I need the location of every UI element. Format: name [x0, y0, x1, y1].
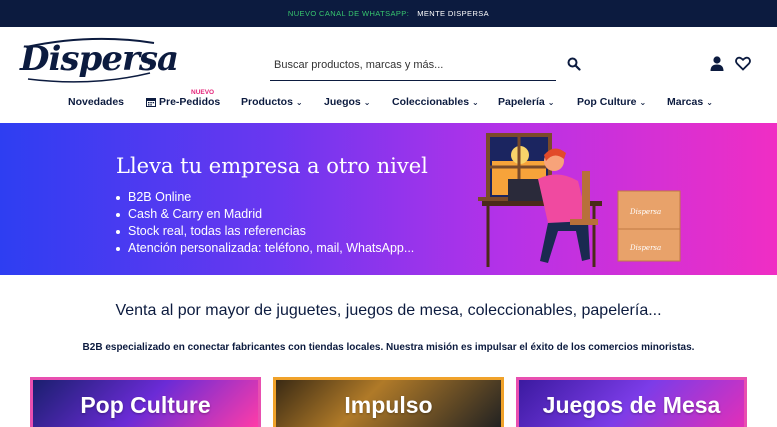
banner-title: Lleva tu empresa a otro nivel	[116, 154, 428, 178]
calendar-icon	[146, 98, 156, 107]
search-input[interactable]	[270, 59, 530, 71]
intro-subtitle: B2B especializado en conectar fabricante…	[82, 342, 695, 353]
nav-item-coleccionables[interactable]: Coleccionables ⌄	[392, 96, 479, 108]
chevron-down-icon: ⌄	[363, 97, 371, 107]
banner-illustration: Dispersa Dispersa	[478, 133, 681, 267]
box-logo: Dispersa	[629, 208, 661, 216]
category-card-impulso[interactable]: Impulso	[273, 377, 504, 427]
box-logo: Dispersa	[629, 244, 661, 252]
hero-banner[interactable]: Lleva tu empresa a otro nivel B2B Online…	[0, 123, 777, 275]
nav-item-novedades[interactable]: Novedades	[68, 96, 124, 108]
nav-item-label: Marcas	[667, 96, 704, 108]
whatsapp-promo-text: NUEVO CANAL DE WHATSAPP:	[287, 9, 410, 18]
chevron-down-icon: ⌄	[547, 97, 555, 107]
intro-title: Venta al por mayor de juguetes, juegos d…	[115, 302, 662, 319]
chevron-down-icon: ⌄	[639, 97, 647, 107]
nav-item-label: Novedades	[68, 96, 125, 108]
nav-item-label: Productos	[241, 96, 293, 108]
search-icon[interactable]	[567, 57, 581, 71]
category-card-juegos-de-mesa[interactable]: Juegos de Mesa	[516, 377, 747, 427]
chevron-down-icon: ⌄	[472, 97, 479, 107]
nav-item-productos[interactable]: Productos ⌄	[241, 96, 303, 108]
site-logo[interactable]: Dispersa	[20, 39, 179, 79]
banner-bullet: Stock real, todas las referencias	[116, 223, 414, 240]
category-card-pop-culture[interactable]: Pop Culture	[30, 377, 261, 427]
banner-bullet: Atención personalizada: teléfono, mail, …	[116, 240, 414, 257]
chevron-down-icon: ⌄	[295, 97, 303, 107]
nav-item-pre-pedidos[interactable]: Pre-Pedidos	[146, 96, 220, 108]
user-account-icon[interactable]	[710, 56, 724, 71]
top-announcement-bar: NUEVO CANAL DE WHATSAPP: MENTE DISPERSA	[0, 0, 777, 27]
nav-item-label: Papelería	[498, 96, 545, 108]
nav-item-label: Coleccionables	[392, 96, 470, 108]
category-label: Impulso	[344, 392, 433, 418]
search-bar	[270, 50, 556, 81]
nav-item-label: Juegos	[324, 96, 361, 108]
whatsapp-channel-link[interactable]: MENTE DISPERSA	[417, 9, 489, 18]
nav-item-label: Pre-Pedidos	[159, 96, 221, 108]
nav-item-marcas[interactable]: Marcas ⌄	[667, 96, 713, 108]
nav-item-pop-culture[interactable]: Pop Culture ⌄	[577, 96, 646, 108]
nuevo-badge: NUEVO	[191, 89, 215, 96]
nav-item-label: Pop Culture	[577, 96, 637, 108]
nav-item-papeleria[interactable]: Papelería ⌄	[498, 96, 554, 108]
nav-item-juegos[interactable]: Juegos ⌄	[324, 96, 370, 108]
category-label: Juegos de Mesa	[542, 392, 721, 418]
banner-bullet: B2B Online	[116, 189, 414, 206]
chevron-down-icon: ⌄	[706, 97, 713, 107]
banner-bullet: Cash & Carry en Madrid	[116, 206, 414, 223]
banner-benefits-list: B2B Online Cash & Carry en Madrid Stock …	[116, 189, 414, 257]
category-label: Pop Culture	[80, 392, 211, 418]
wishlist-heart-icon[interactable]	[735, 56, 751, 71]
